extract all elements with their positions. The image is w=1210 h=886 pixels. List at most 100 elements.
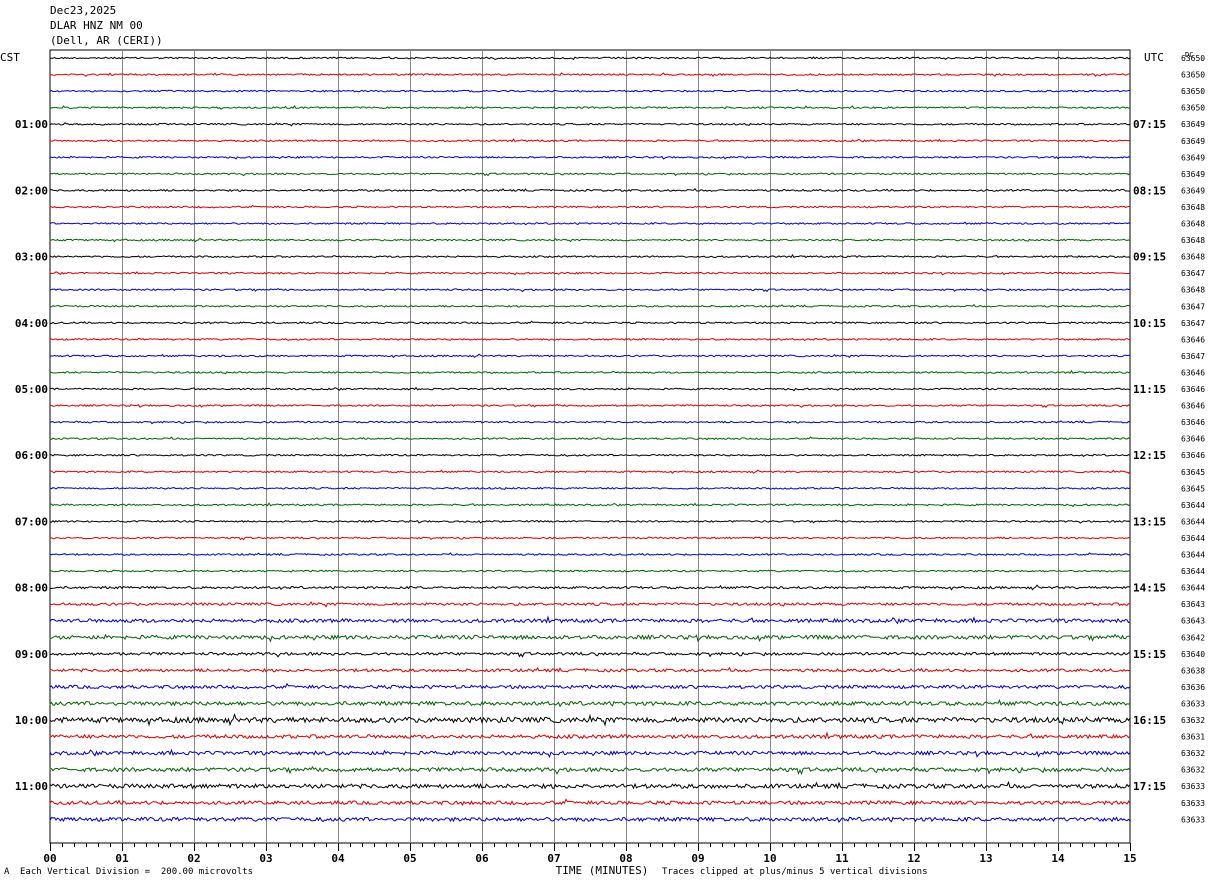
left-hour-label: 11:00	[15, 780, 48, 793]
dc-offset-label: 63645	[1181, 468, 1205, 477]
dc-offset-label: 63649	[1181, 137, 1205, 146]
right-hour-label: 09:15	[1133, 251, 1166, 264]
seismic-trace	[49, 519, 1131, 524]
seismic-trace	[49, 682, 1131, 691]
seismic-trace	[49, 600, 1131, 608]
dc-offset-label: 63636	[1181, 683, 1205, 692]
seismic-trace	[49, 420, 1131, 425]
dc-offset-label: 63650	[1181, 104, 1205, 113]
dc-offset-label: 63646	[1181, 418, 1205, 427]
dc-offset-label: 63646	[1181, 385, 1205, 394]
x-tick-label: 13	[979, 852, 992, 865]
seismic-trace	[49, 386, 1131, 392]
right-hour-label: 15:15	[1133, 648, 1166, 661]
seismic-trace	[49, 436, 1131, 441]
grid	[49, 49, 1131, 851]
x-tick-label: 01	[115, 852, 129, 865]
dc-offset-label: 63644	[1181, 501, 1205, 510]
seismic-trace	[49, 486, 1131, 491]
dc-offset-label: 63646	[1181, 435, 1205, 444]
x-tick-label: 00	[43, 852, 56, 865]
right-timezone-label: UTC	[1144, 51, 1164, 64]
right-hour-label: 08:15	[1133, 184, 1166, 197]
x-tick-label: 11	[835, 852, 849, 865]
seismic-trace	[49, 698, 1131, 708]
dc-offset-label: 63649	[1181, 186, 1205, 195]
seismic-trace	[49, 403, 1131, 408]
dc-offset-label: 63631	[1181, 733, 1205, 742]
left-timezone-label: CST	[0, 51, 20, 64]
seismic-trace	[49, 584, 1131, 591]
clip-note: Traces clipped at plus/minus 5 vertical …	[662, 867, 928, 877]
right-hour-label: 17:15	[1133, 780, 1166, 793]
dc-offset-label: 63646	[1181, 335, 1205, 344]
right-hour-label: 12:15	[1133, 449, 1166, 462]
seismic-trace	[49, 122, 1131, 127]
seismic-trace	[49, 320, 1131, 325]
seismic-trace	[49, 731, 1131, 740]
dc-offset-label: 63643	[1181, 617, 1205, 626]
right-hour-label: 11:15	[1133, 383, 1166, 396]
seismic-trace	[49, 304, 1131, 308]
trace-lines	[49, 56, 1131, 824]
x-tick-label: 09	[691, 852, 704, 865]
dc-offset-label: 63648	[1181, 286, 1205, 295]
seismic-trace	[49, 369, 1131, 375]
dc-offset-label: 63648	[1181, 203, 1205, 212]
dc-offset-label: 63632	[1181, 766, 1205, 775]
dc-offset-label: 63649	[1181, 120, 1205, 129]
dc-offset-label: 63632	[1181, 716, 1205, 725]
dc-offset-label: 63647	[1181, 352, 1205, 361]
seismic-trace	[49, 712, 1131, 727]
seismic-trace	[49, 569, 1131, 573]
left-hour-label: 03:00	[15, 251, 48, 264]
helicorder-chart: 00 01 02 03 04 05 06 07 08 09 10 11 12 13 14 15TIME (MI…	[0, 49, 1205, 877]
x-tick-label: 15	[1123, 852, 1136, 865]
right-hour-label: 14:15	[1133, 582, 1166, 595]
right-hour-label: 07:15	[1133, 118, 1166, 131]
seismic-trace	[49, 270, 1131, 276]
dc-offset-label: 63647	[1181, 319, 1205, 328]
dc-offset-label: 63650	[1181, 71, 1205, 80]
seismic-trace	[49, 72, 1131, 78]
left-hour-label: 08:00	[15, 582, 48, 595]
left-hour-label: 02:00	[15, 184, 48, 197]
dc-offset-label: 63646	[1181, 368, 1205, 377]
seismic-trace	[49, 651, 1131, 658]
dc-offset-label: 63644	[1181, 534, 1205, 543]
seismic-trace	[49, 155, 1131, 160]
seismic-trace	[49, 56, 1131, 61]
x-axis-label: TIME (MINUTES)	[556, 864, 649, 877]
x-tick-label: 14	[1051, 852, 1065, 865]
left-hour-label: 07:00	[15, 515, 48, 528]
seismic-trace	[49, 552, 1131, 557]
seismic-trace	[49, 187, 1131, 192]
seismic-trace	[49, 748, 1131, 759]
x-tick-label: 02	[187, 852, 200, 865]
dc-offset-label: 63643	[1181, 600, 1205, 609]
seismic-trace	[49, 287, 1131, 293]
dc-offset-label: 63650	[1181, 87, 1205, 96]
dc-offset-label: 63633	[1181, 699, 1205, 708]
plot-frame	[49, 49, 1131, 844]
dc-offset-label: 63638	[1181, 666, 1205, 675]
seismic-trace	[49, 453, 1131, 457]
seismic-trace	[49, 204, 1131, 209]
x-tick-label: 05	[403, 852, 416, 865]
x-tick-label: 12	[907, 852, 920, 865]
seismic-trace	[49, 337, 1131, 342]
left-hour-label: 06:00	[15, 449, 48, 462]
x-tick-label: 06	[475, 852, 489, 865]
x-tick-label: 10	[763, 852, 776, 865]
seismic-trace	[49, 502, 1131, 508]
dc-offset-label: 63647	[1181, 269, 1205, 278]
dc-offset-label: 63648	[1181, 253, 1205, 262]
corner-marker: A	[4, 867, 10, 877]
dc-offset-label: 63650	[1181, 54, 1205, 63]
dc-offset-label: 63632	[1181, 749, 1205, 758]
dc-offset-label: 63644	[1181, 584, 1205, 593]
seismic-trace	[49, 221, 1131, 226]
left-hour-label: 05:00	[15, 383, 48, 396]
dc-offset-label: 63647	[1181, 302, 1205, 311]
seismic-trace	[49, 237, 1131, 243]
